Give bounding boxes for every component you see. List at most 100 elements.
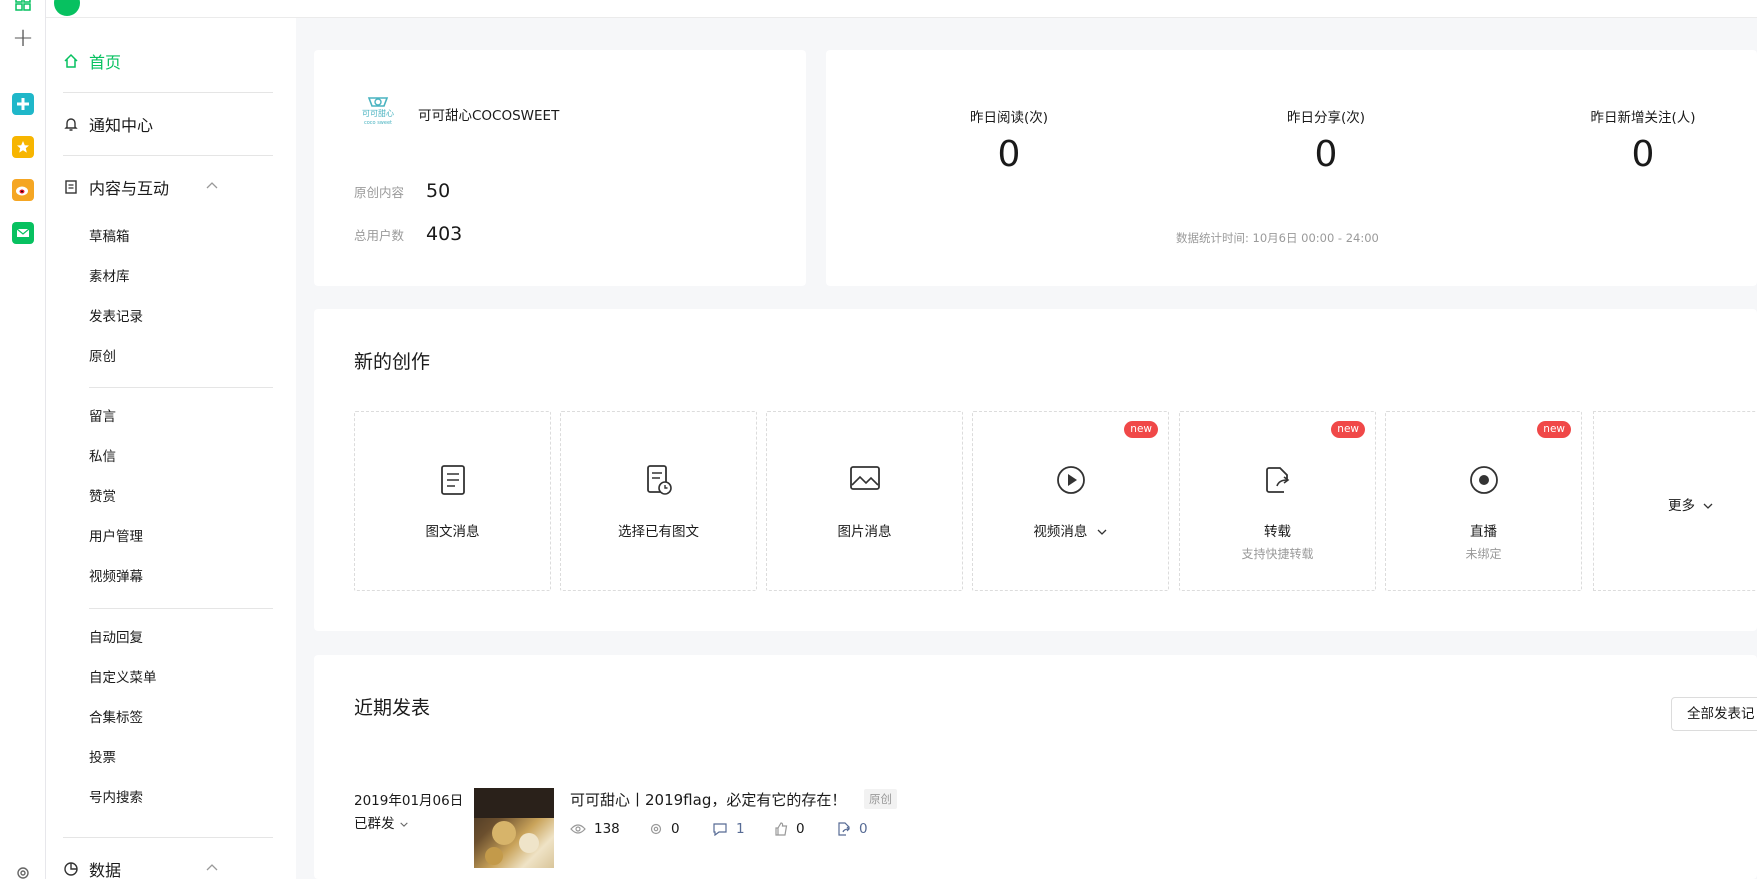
tile-label: 图文消息 <box>425 524 480 540</box>
add-icon[interactable]: + <box>12 25 34 51</box>
puzzle-app-icon[interactable] <box>12 93 34 115</box>
stat-shares: 昨日分享(次) 0 <box>1226 106 1426 175</box>
sidebar-item-comments[interactable]: 留言 <box>89 407 116 427</box>
tile-image[interactable]: 图片消息 <box>766 411 963 591</box>
account-card: 可可甜心 coco sweet 可可甜心COCOSWEET 原创内容 50 总用… <box>314 50 806 286</box>
sidebar-item-materials[interactable]: 素材库 <box>89 267 130 287</box>
wechat-logo-icon[interactable] <box>54 0 80 16</box>
nav-notice-label: 通知中心 <box>89 116 154 135</box>
sidebar-item-drafts[interactable]: 草稿箱 <box>89 227 130 247</box>
original-tag: 原创 <box>864 789 897 809</box>
nav-data[interactable]: 数据 <box>63 857 121 879</box>
eye-icon <box>570 824 586 834</box>
users-label: 总用户数 <box>354 228 405 243</box>
metric-likes-value: 0 <box>796 821 805 837</box>
more-tile[interactable]: 更多 <box>1593 411 1757 591</box>
sidebar-item-auto-reply[interactable]: 自动回复 <box>89 628 143 648</box>
divider <box>89 608 273 609</box>
users-count-row: 总用户数 403 <box>354 223 462 245</box>
tile-label: 视频消息 <box>973 520 1168 540</box>
section-title: 近期发表 <box>354 697 431 719</box>
post-date: 2019年01月06日 <box>354 793 464 809</box>
recent-posts-card: 近期发表 全部发表记 2019年01月06日 已群发 可可甜心丨2019flag… <box>314 655 1757 879</box>
pie-chart-icon <box>64 862 78 876</box>
avatar-text-top: 可可甜心 <box>362 109 394 118</box>
sidebar-item-danmaku[interactable]: 视频弹幕 <box>89 567 143 587</box>
sidebar-item-publish-records[interactable]: 发表记录 <box>89 307 143 327</box>
avatar-text-bottom: coco sweet <box>363 120 392 126</box>
nav-content-label: 内容与互动 <box>89 179 170 198</box>
document-icon <box>65 180 77 194</box>
original-label: 原创内容 <box>354 185 405 200</box>
weibo-icon[interactable] <box>12 179 34 201</box>
original-value: 50 <box>426 180 451 202</box>
new-badge: new <box>1124 421 1158 438</box>
mail-icon[interactable] <box>12 222 34 244</box>
tile-video-label: 视频消息 <box>1033 524 1088 540</box>
nav-notice[interactable]: 通知中心 <box>63 112 153 136</box>
divider <box>63 155 273 156</box>
original-count-row: 原创内容 50 <box>354 180 450 202</box>
chevron-up-icon[interactable] <box>205 180 219 190</box>
chevron-down-icon <box>400 822 408 827</box>
tile-live[interactable]: new 直播 未绑定 <box>1385 411 1582 591</box>
sidebar-item-vote[interactable]: 投票 <box>89 748 116 768</box>
stat-reads-label: 昨日阅读(次) <box>969 110 1049 126</box>
new-creation-card: 新的创作 图文消息 选择已有图文 图片消息 new 视频消息 new 转载 支持… <box>314 309 1757 631</box>
sidebar-item-messages[interactable]: 私信 <box>89 447 116 467</box>
nav-home-label: 首页 <box>89 53 122 72</box>
nav-data-label: 数据 <box>89 861 122 879</box>
divider <box>63 92 273 93</box>
tile-article[interactable]: 图文消息 <box>354 411 551 591</box>
more-text: 更多 <box>1668 498 1695 514</box>
post-status[interactable]: 已群发 <box>354 812 409 832</box>
sidebar-item-rewards[interactable]: 赞赏 <box>89 487 116 507</box>
top-bar <box>46 0 1757 18</box>
share-icon <box>1265 467 1289 493</box>
tile-label: 图片消息 <box>837 524 892 540</box>
tile-existing-article[interactable]: 选择已有图文 <box>560 411 757 591</box>
chevron-up-icon[interactable] <box>205 862 219 872</box>
divider <box>89 387 273 388</box>
gear-icon <box>650 823 662 835</box>
metric-likes: 0 <box>774 821 805 837</box>
chevron-down-icon[interactable] <box>1096 528 1108 536</box>
stat-shares-label: 昨日分享(次) <box>1286 110 1366 126</box>
star-app-icon[interactable] <box>12 136 34 158</box>
nav-home[interactable]: 首页 <box>63 49 121 73</box>
account-avatar[interactable]: 可可甜心 coco sweet <box>358 92 398 132</box>
grid-icon[interactable] <box>12 0 34 14</box>
document-clock-icon <box>646 465 672 495</box>
divider <box>63 837 273 838</box>
sidebar-item-custom-menu[interactable]: 自定义菜单 <box>89 668 157 688</box>
sidebar-item-search[interactable]: 号内搜索 <box>89 788 143 808</box>
tile-repost[interactable]: new 转载 支持快捷转载 <box>1179 411 1376 591</box>
app-rail: + <box>0 0 46 879</box>
metric-forwards[interactable]: 0 <box>837 821 868 837</box>
sidebar-item-original[interactable]: 原创 <box>89 347 116 367</box>
stat-followers: 昨日新增关注(人) 0 <box>1543 106 1743 175</box>
tile-video[interactable]: new 视频消息 <box>972 411 1169 591</box>
new-badge: new <box>1537 421 1571 438</box>
metric-shares: 0 <box>649 821 680 837</box>
chevron-down-icon <box>1703 503 1713 509</box>
all-posts-button[interactable]: 全部发表记 <box>1671 697 1757 731</box>
account-name: 可可甜心COCOSWEET <box>418 108 560 124</box>
metric-comments[interactable]: 1 <box>712 821 745 837</box>
sidebar: 首页 通知中心 内容与互动 草稿箱 素材库 发表记录 原创 留言 私信 赞赏 用… <box>46 18 296 879</box>
tile-sub: 未绑定 <box>1465 547 1502 561</box>
post-thumbnail[interactable] <box>474 788 554 868</box>
post-status-label: 已群发 <box>354 816 395 832</box>
tile-sub: 支持快捷转载 <box>1241 547 1314 561</box>
comment-icon <box>713 823 727 836</box>
sidebar-item-users[interactable]: 用户管理 <box>89 527 143 547</box>
settings-icon[interactable] <box>12 862 34 879</box>
bell-icon <box>64 118 78 131</box>
sidebar-item-collection-tags[interactable]: 合集标签 <box>89 708 143 728</box>
nav-content[interactable]: 内容与互动 <box>63 175 169 199</box>
section-title: 新的创作 <box>354 351 431 373</box>
post-title[interactable]: 可可甜心丨2019flag，必定有它的存在！ <box>570 789 846 810</box>
stats-card: 昨日阅读(次) 0 昨日分享(次) 0 昨日新增关注(人) 0 数据统计时间: … <box>826 50 1757 286</box>
article-icon <box>440 465 465 495</box>
stat-reads-value: 0 <box>997 134 1021 175</box>
